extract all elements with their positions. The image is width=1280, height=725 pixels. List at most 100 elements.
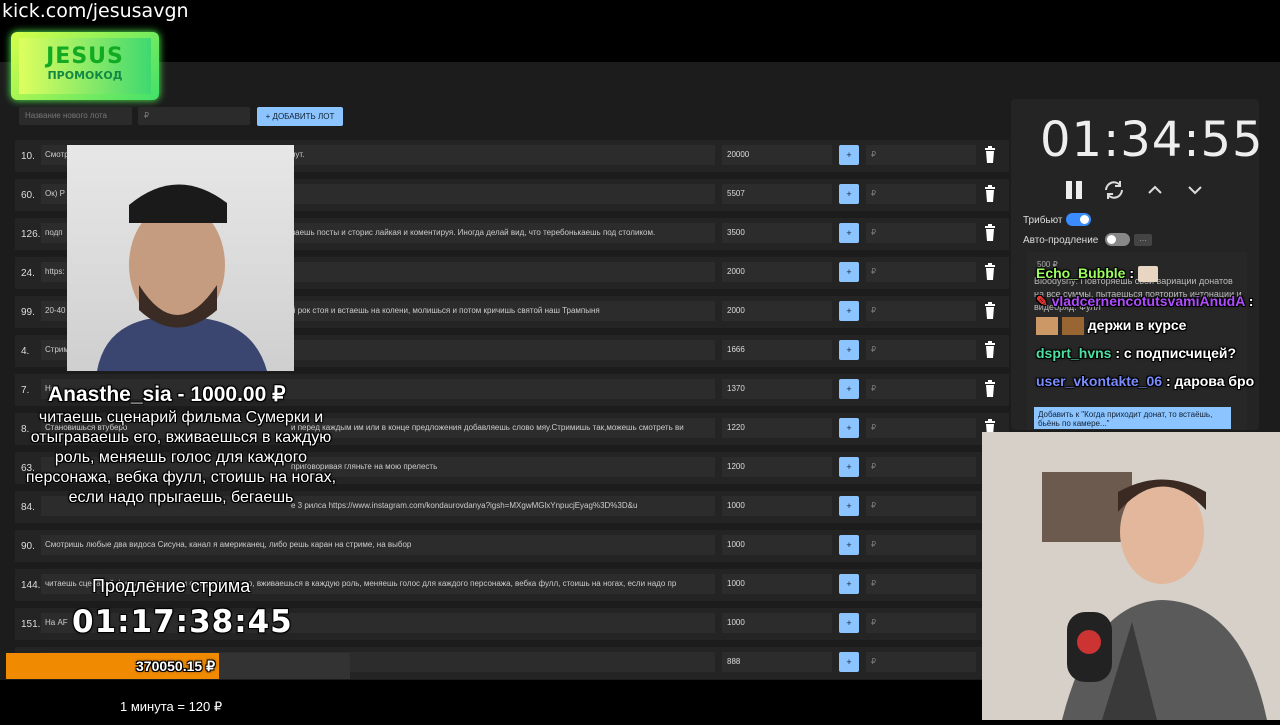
emote-icon [1036,317,1058,336]
lot-rub-input[interactable]: ₽ [866,340,976,360]
lot-amount-input[interactable]: 1220 [722,418,832,438]
extension-clock: 01:17:38:45 [72,604,293,640]
lot-rub-input[interactable]: ₽ [866,457,976,477]
trash-icon[interactable] [983,380,997,398]
chat-line-4: dsprt_hvns : с подписчицей? [1036,345,1237,361]
lot-desc-start: Ок) Р [45,189,65,198]
lot-amount-input[interactable]: 5507 [722,184,832,204]
auto-extend-toggle[interactable] [1105,233,1130,246]
lot-number: 7. [21,385,30,396]
new-lot-name-input[interactable]: Название нового лота [19,107,132,125]
promo-subtitle: ПРОМОКОД [47,69,123,82]
chevron-down-icon[interactable] [1183,178,1207,202]
trash-icon[interactable] [983,341,997,359]
lot-rub-input[interactable]: ₽ [866,535,976,555]
lot-rub-input[interactable]: ₽ [866,418,976,438]
lot-add-button[interactable]: + [839,418,859,438]
lot-number: 90. [21,541,35,552]
reset-icon[interactable] [1102,178,1126,202]
webcam-donor-image [67,145,294,371]
chat-line-3: держи в курсе [1036,317,1187,336]
trash-icon[interactable] [983,263,997,281]
chevron-up-icon[interactable] [1143,178,1167,202]
lot-desc-start: Смотришь любые два видоса Сисуна, канал … [45,540,412,549]
chat-text: держи в курсе [1087,317,1187,333]
lot-add-button[interactable]: + [839,535,859,555]
lot-description-input[interactable]: Смотришь любые два видоса Сисуна, канал … [41,535,715,555]
lot-add-button[interactable]: + [839,652,859,672]
lot-number: 10. [21,151,35,162]
lot-number: 60. [21,190,35,201]
lot-amount-input[interactable]: 1370 [722,379,832,399]
chat-user: vladcernencotutsvamiAnudA [1051,293,1245,309]
lot-number: 144. [21,580,41,591]
lot-add-button[interactable]: + [839,379,859,399]
chat-line-1: Echo_Bubble : [1036,265,1158,283]
lot-rub-input[interactable]: ₽ [866,301,976,321]
lot-add-button[interactable]: + [839,223,859,243]
lot-add-button[interactable]: + [839,574,859,594]
lot-amount-input[interactable]: 888 [722,652,832,672]
lot-amount-input[interactable]: 2000 [722,262,832,282]
trash-icon[interactable] [983,146,997,164]
lot-desc-tail: и перед каждым им или в конце предложени… [291,423,684,432]
lot-desc-start: Смотр [45,150,69,159]
new-lot-price-input[interactable]: ₽ [138,107,250,125]
donation-donor: Anasthe_sia - 1000.00 ₽ [48,383,286,406]
lot-rub-input[interactable]: ₽ [866,262,976,282]
lot-add-button[interactable]: + [839,457,859,477]
lot-add-button[interactable]: + [839,301,859,321]
lot-number: 151. [21,619,41,630]
trash-icon[interactable] [983,185,997,203]
donation-progress-bar: 370050.15 ₽ [6,653,350,679]
panel-add-button[interactable]: Добавить к "Когда приходит донат, то вст… [1034,407,1231,429]
lot-rub-input[interactable]: ₽ [866,184,976,204]
lot-amount-input[interactable]: 1200 [722,457,832,477]
lot-amount-input[interactable]: 3500 [722,223,832,243]
lot-add-button[interactable]: + [839,184,859,204]
lot-number: 4. [21,346,30,357]
lot-add-button[interactable]: + [839,145,859,165]
lot-desc-start: 20-40 [45,306,66,315]
lot-add-button[interactable]: + [839,340,859,360]
chat-user: Echo_Bubble [1036,265,1126,281]
lot-rub-input[interactable]: ₽ [866,145,976,165]
lot-add-button[interactable]: + [839,613,859,633]
lot-amount-input[interactable]: 1000 [722,535,832,555]
lot-amount-input[interactable]: 1666 [722,340,832,360]
add-lot-button[interactable]: + ДОБАВИТЬ ЛОТ [257,107,343,126]
tribute-toggle[interactable] [1066,213,1091,226]
lot-amount-input[interactable]: 1000 [722,574,832,594]
lot-add-button[interactable]: + [839,262,859,282]
lot-rub-input[interactable]: ₽ [866,223,976,243]
lot-rub-input[interactable]: ₽ [866,379,976,399]
lot-rub-input[interactable]: ₽ [866,652,976,672]
channel-url: kick.com/jesusavgn [2,0,189,22]
promo-title: JESUS [46,44,124,69]
pause-icon[interactable] [1062,178,1086,202]
lot-amount-input[interactable]: 20000 [722,145,832,165]
tribute-label: Трибьют [1023,215,1063,226]
progress-value: 370050.15 ₽ [136,658,215,674]
rate-text: 1 минута = 120 ₽ [120,699,223,714]
lot-rub-input[interactable]: ₽ [866,574,976,594]
trash-icon[interactable] [983,224,997,242]
lot-number: 99. [21,307,35,318]
lot-number: 126. [21,229,41,240]
chat-user: user_vkontakte_06 [1036,373,1163,389]
chat-text: с подписчицей? [1123,345,1237,361]
chat-user: dsprt_hvns [1036,345,1112,361]
lot-amount-input[interactable]: 2000 [722,301,832,321]
lot-amount-input[interactable]: 1000 [722,496,832,516]
donation-message: читаешь сценарий фильма Сумерки и отыгра… [25,409,337,506]
lot-rub-input[interactable]: ₽ [866,496,976,516]
emote-icon [1061,317,1084,336]
trash-icon[interactable] [983,302,997,320]
promo-badge: JESUS ПРОМОКОД [11,32,159,100]
lot-add-button[interactable]: + [839,496,859,516]
lot-amount-input[interactable]: 1000 [722,613,832,633]
lot-desc-tail: й рок стоя и встаешь на колени, молишься… [291,306,600,315]
more-options-button[interactable]: … [1134,234,1152,246]
lot-rub-input[interactable]: ₽ [866,613,976,633]
extension-label: Продление стрима [92,576,251,596]
